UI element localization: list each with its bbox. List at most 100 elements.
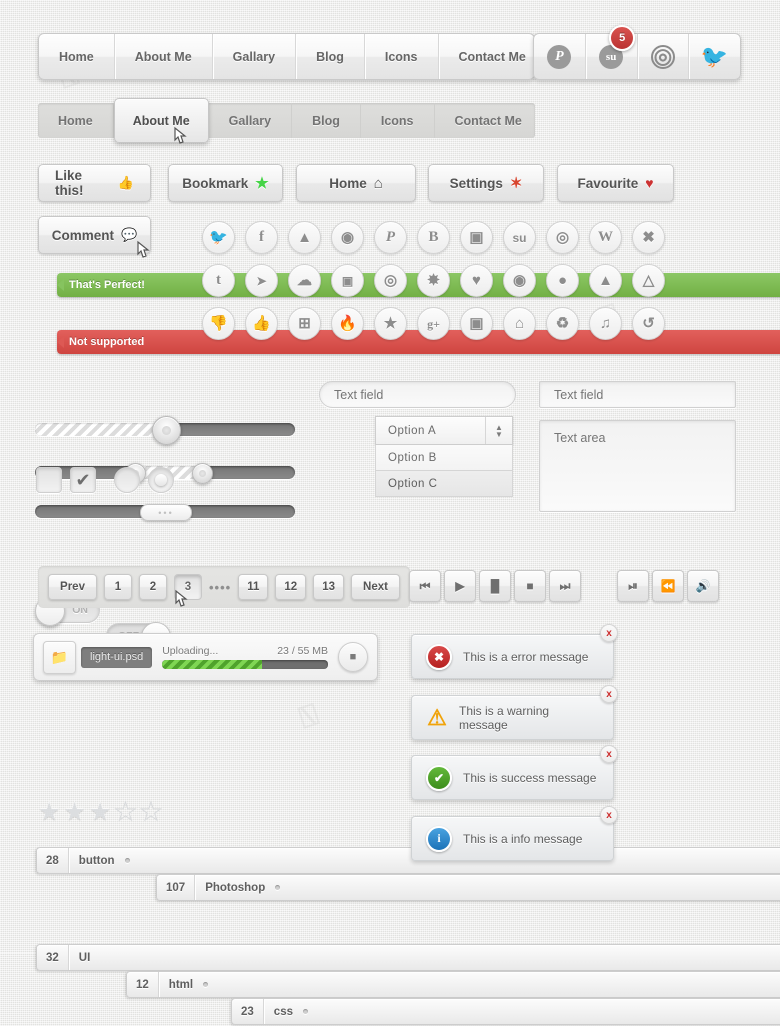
asterisk-icon[interactable]: ✸ xyxy=(417,264,450,297)
blogger-icon[interactable]: B xyxy=(417,221,450,254)
radio-selected[interactable] xyxy=(148,467,174,493)
tag-ui[interactable]: 32 UI xyxy=(36,944,780,971)
safari-compass-icon[interactable]: ◉ xyxy=(503,264,536,297)
pagination-prev[interactable]: Prev xyxy=(48,574,97,600)
stumbleupon-icon[interactable]: su xyxy=(503,221,536,254)
pagination-next[interactable]: Next xyxy=(350,574,400,600)
chevron-updown-icon[interactable]: ▲ ▼ xyxy=(485,417,512,444)
alert-close-button[interactable]: x xyxy=(600,806,618,824)
alert-close-button[interactable]: x xyxy=(600,745,618,763)
recycle-icon[interactable]: ♻ xyxy=(546,307,579,340)
social-button-pinterest[interactable]: P xyxy=(534,34,586,79)
comment-button[interactable]: Comment 💬 xyxy=(38,216,151,254)
star-icon[interactable]: ★ xyxy=(374,307,407,340)
chrome-icon[interactable]: ◎ xyxy=(374,264,407,297)
bookmark-button[interactable]: Bookmark ★ xyxy=(168,164,283,202)
nav2-item-blog[interactable]: Blog xyxy=(292,103,361,138)
rating-star-3[interactable]: ★ xyxy=(89,800,111,825)
favourite-button[interactable]: Favourite ♥ xyxy=(557,164,674,202)
nav2-item-gallary[interactable]: Gallary xyxy=(209,103,293,138)
drive-icon[interactable]: △ xyxy=(632,264,665,297)
social-bar[interactable]: P su 5 ◎ 🐦 xyxy=(533,25,741,80)
stop-button[interactable]: ■ xyxy=(514,570,546,602)
nav-item-icons[interactable]: Icons xyxy=(365,34,439,79)
upload-widget[interactable]: 📁 light-ui.psd Uploading... 23 / 55 MB ■ xyxy=(33,633,378,681)
tumblr-icon[interactable]: t xyxy=(202,264,235,297)
volume-button[interactable]: 🔊 xyxy=(687,570,719,602)
rating-star-4[interactable]: ★ xyxy=(114,799,137,825)
github-icon[interactable]: ◉ xyxy=(331,221,364,254)
tag-button[interactable]: 28 button xyxy=(36,847,780,874)
twitter-icon[interactable]: 🐦 xyxy=(202,221,235,254)
step-forward-button[interactable]: ⏯ xyxy=(617,570,649,602)
tag-photoshop[interactable]: 107 Photoshop xyxy=(156,874,780,901)
handle-slider[interactable]: ••• xyxy=(35,504,295,521)
google-plus-icon[interactable]: g+ xyxy=(417,307,450,340)
thumbs-down-icon[interactable]: 👎 xyxy=(202,307,235,340)
handle-slider-grip[interactable]: ••• xyxy=(140,504,192,521)
secondary-navbar[interactable]: Home About Me Gallary Blog Icons Contact… xyxy=(38,98,535,143)
pagination-page-12[interactable]: 12 xyxy=(275,574,307,600)
thumbs-up-icon[interactable]: 👍 xyxy=(245,307,278,340)
wordpress-icon[interactable]: W xyxy=(589,221,622,254)
rating-star-2[interactable]: ★ xyxy=(63,800,85,825)
nav2-item-about-me[interactable]: About Me xyxy=(113,98,209,143)
step-back-button[interactable]: ⏪ xyxy=(652,570,684,602)
nav-item-contact-me[interactable]: Contact Me xyxy=(439,34,546,79)
checkbox-unchecked[interactable] xyxy=(36,467,62,493)
range-slider-handle-end[interactable] xyxy=(192,463,214,484)
forrst-icon[interactable]: ▲ xyxy=(288,221,321,254)
social-button-twitter[interactable]: 🐦 xyxy=(689,34,740,79)
heart-icon[interactable]: ♥ xyxy=(460,264,493,297)
rating-star-5[interactable]: ★ xyxy=(139,799,162,825)
select-option-c[interactable]: Option C xyxy=(375,471,513,497)
text-field-square[interactable] xyxy=(539,381,736,408)
paper-plane-icon[interactable]: ➤ xyxy=(245,264,278,297)
fire-icon[interactable]: 🔥 xyxy=(331,307,364,340)
slider-handle[interactable] xyxy=(152,416,181,445)
social-button-dribbble[interactable]: ◎ xyxy=(638,34,690,79)
pagination-page-11[interactable]: 11 xyxy=(238,574,269,600)
pagination-page-13[interactable]: 13 xyxy=(313,574,344,600)
pagination-page-3-active[interactable]: 3 xyxy=(174,574,202,600)
dribbble-icon[interactable]: ◎ xyxy=(546,221,579,254)
windows-icon[interactable]: ▣ xyxy=(460,221,493,254)
select-dropdown[interactable]: Option A ▲ ▼ Option B Option C xyxy=(375,416,513,497)
previous-track-button[interactable]: ⏮ xyxy=(409,570,441,602)
next-track-button[interactable]: ⏭ xyxy=(549,570,581,602)
refresh-icon[interactable]: ↺ xyxy=(632,307,665,340)
home-icon[interactable]: ⌂ xyxy=(503,307,536,340)
tag-html[interactable]: 12 html xyxy=(126,971,780,998)
nav-item-blog[interactable]: Blog xyxy=(296,34,365,79)
checkbox-checked[interactable]: ✔ xyxy=(70,467,96,493)
pinterest-icon[interactable]: P xyxy=(374,221,407,254)
upload-stop-button[interactable]: ■ xyxy=(338,642,368,672)
cloud-icon[interactable]: ☁ xyxy=(288,264,321,297)
primary-navbar[interactable]: Home About Me Gallary Blog Icons Contact… xyxy=(38,33,535,80)
pause-button[interactable]: ▐▌ xyxy=(479,570,511,602)
pagination-page-2[interactable]: 2 xyxy=(139,574,167,600)
facebook-icon[interactable]: f xyxy=(245,221,278,254)
music-note-icon[interactable]: ♫ xyxy=(589,307,622,340)
icon-grid[interactable]: 🐦 f ▲ ◉ P B ▣ su ◎ W ✖ t ➤ ☁ ▣ ◎ ✸ ♥ ◉ ●… xyxy=(197,216,670,345)
social-button-stumbleupon[interactable]: su 5 xyxy=(586,25,638,79)
windows-flag-icon[interactable]: ⊞ xyxy=(288,307,321,340)
radio-unselected[interactable] xyxy=(114,467,140,493)
text-field-rounded[interactable] xyxy=(319,381,516,408)
select-option-b[interactable]: Option B xyxy=(375,445,513,471)
settings-button[interactable]: Settings ✶ xyxy=(428,164,544,202)
textarea-field[interactable] xyxy=(539,420,736,512)
nav2-item-home[interactable]: Home xyxy=(38,103,114,138)
html5-icon[interactable]: ▣ xyxy=(331,264,364,297)
pagination[interactable]: Prev 1 2 3 •••• 11 12 13 Next xyxy=(38,566,410,608)
nav-item-home[interactable]: Home xyxy=(39,34,115,79)
chat-bubble-icon[interactable]: ● xyxy=(546,264,579,297)
alert-close-button[interactable]: x xyxy=(600,685,618,703)
nav2-item-contact-me[interactable]: Contact Me xyxy=(435,103,542,138)
nav-item-gallary[interactable]: Gallary xyxy=(213,34,297,79)
tag-css[interactable]: 23 css xyxy=(231,998,780,1025)
nav2-item-icons[interactable]: Icons xyxy=(361,103,435,138)
select-head[interactable]: Option A ▲ ▼ xyxy=(375,416,513,445)
play-button[interactable]: ▶ xyxy=(444,570,476,602)
nav-item-about-me[interactable]: About Me xyxy=(115,34,213,79)
